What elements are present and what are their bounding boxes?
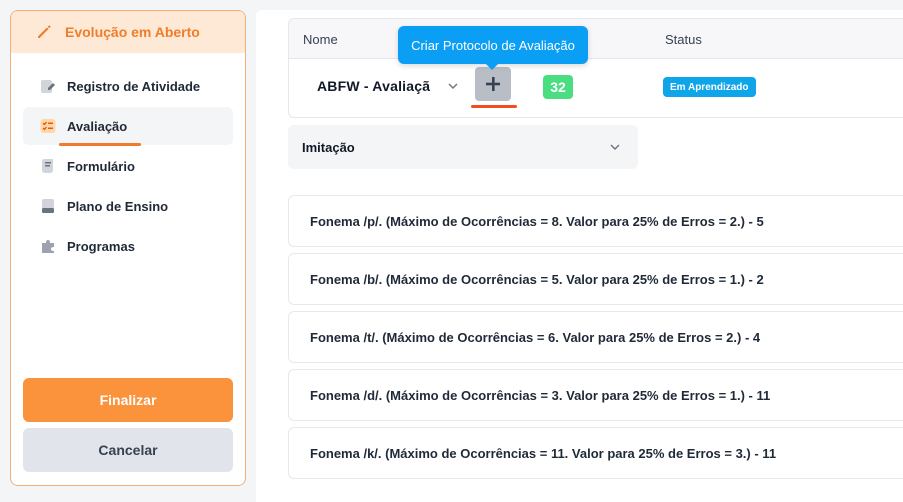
chevron-down-icon (444, 77, 462, 95)
protocol-select-value: ABFW - Avaliaçã (317, 78, 431, 94)
sidebar-item-plano-de-ensino[interactable]: Plano de Ensino (23, 187, 233, 225)
protocol-select[interactable]: ABFW - Avaliaçã (317, 77, 462, 95)
list-item[interactable]: Fonema /p/. (Máximo de Ocorrências = 8. … (288, 195, 903, 247)
list-item-text: Fonema /t/. (Máximo de Ocorrências = 6. … (310, 329, 761, 345)
table-header: Nome Status (289, 19, 903, 59)
category-label: Imitação (302, 139, 355, 155)
list-item-text: Fonema /k/. (Máximo de Ocorrências = 11.… (310, 445, 777, 461)
checklist-icon (39, 117, 57, 135)
status-badge: Em Aprendizado (663, 77, 756, 97)
list-item[interactable]: Fonema /k/. (Máximo de Ocorrências = 11.… (288, 427, 903, 479)
list-item-text: Fonema /b/. (Máximo de Ocorrências = 5. … (310, 271, 764, 287)
list-item-text: Fonema /p/. (Máximo de Ocorrências = 8. … (310, 213, 764, 229)
sidebar-item-programas[interactable]: Programas (23, 227, 233, 265)
sidebar-item-label: Formulário (67, 158, 135, 174)
list-item[interactable]: Fonema /t/. (Máximo de Ocorrências = 6. … (288, 311, 903, 363)
protocol-table: Nome Status ABFW - Avaliaçã 32 Em Aprend… (288, 18, 903, 118)
sidebar-item-formulario[interactable]: Formulário (23, 147, 233, 185)
category-dropdown[interactable]: Imitação (288, 125, 638, 169)
list-item-text: Fonema /d/. (Máximo de Ocorrências = 3. … (310, 387, 771, 403)
pencil-note-icon (39, 77, 57, 95)
cancelar-button[interactable]: Cancelar (23, 428, 233, 472)
column-header-status: Status (665, 32, 702, 47)
document-icon (39, 197, 57, 215)
count-badge: 32 (543, 75, 573, 99)
sidebar-header: Evolução em Aberto (11, 11, 245, 53)
column-header-nome: Nome (303, 32, 338, 47)
sidebar-item-avaliacao[interactable]: Avaliação (23, 107, 233, 146)
chevron-down-icon (606, 138, 624, 156)
sidebar-nav: Registro de Atividade Avaliação Formulár… (23, 67, 233, 267)
add-button-underline (471, 105, 517, 108)
sidebar-item-label: Programas (67, 238, 135, 254)
list-item[interactable]: Fonema /b/. (Máximo de Ocorrências = 5. … (288, 253, 903, 305)
sidebar-title: Evolução em Aberto (65, 24, 200, 40)
list-item[interactable]: Fonema /d/. (Máximo de Ocorrências = 3. … (288, 369, 903, 421)
sidebar-item-registro-de-atividade[interactable]: Registro de Atividade (23, 67, 233, 105)
main-content: Nome Status ABFW - Avaliaçã 32 Em Aprend… (256, 10, 903, 502)
add-protocol-button[interactable] (475, 67, 511, 101)
sidebar-item-label: Avaliação (67, 118, 128, 134)
sidebar-item-label: Registro de Atividade (67, 78, 201, 94)
puzzle-icon (39, 237, 57, 255)
create-protocol-tooltip: Criar Protocolo de Avaliação (398, 26, 588, 70)
pencil-icon (35, 23, 53, 41)
finalizar-button[interactable]: Finalizar (23, 378, 233, 422)
sidebar-item-label: Plano de Ensino (67, 198, 169, 214)
form-icon (39, 157, 57, 175)
sidebar: Evolução em Aberto Registro de Atividade… (10, 10, 246, 486)
table-row: ABFW - Avaliaçã 32 Em Aprendizado (289, 59, 903, 117)
item-list: Fonema /p/. (Máximo de Ocorrências = 8. … (288, 195, 903, 485)
plus-icon (484, 75, 502, 93)
